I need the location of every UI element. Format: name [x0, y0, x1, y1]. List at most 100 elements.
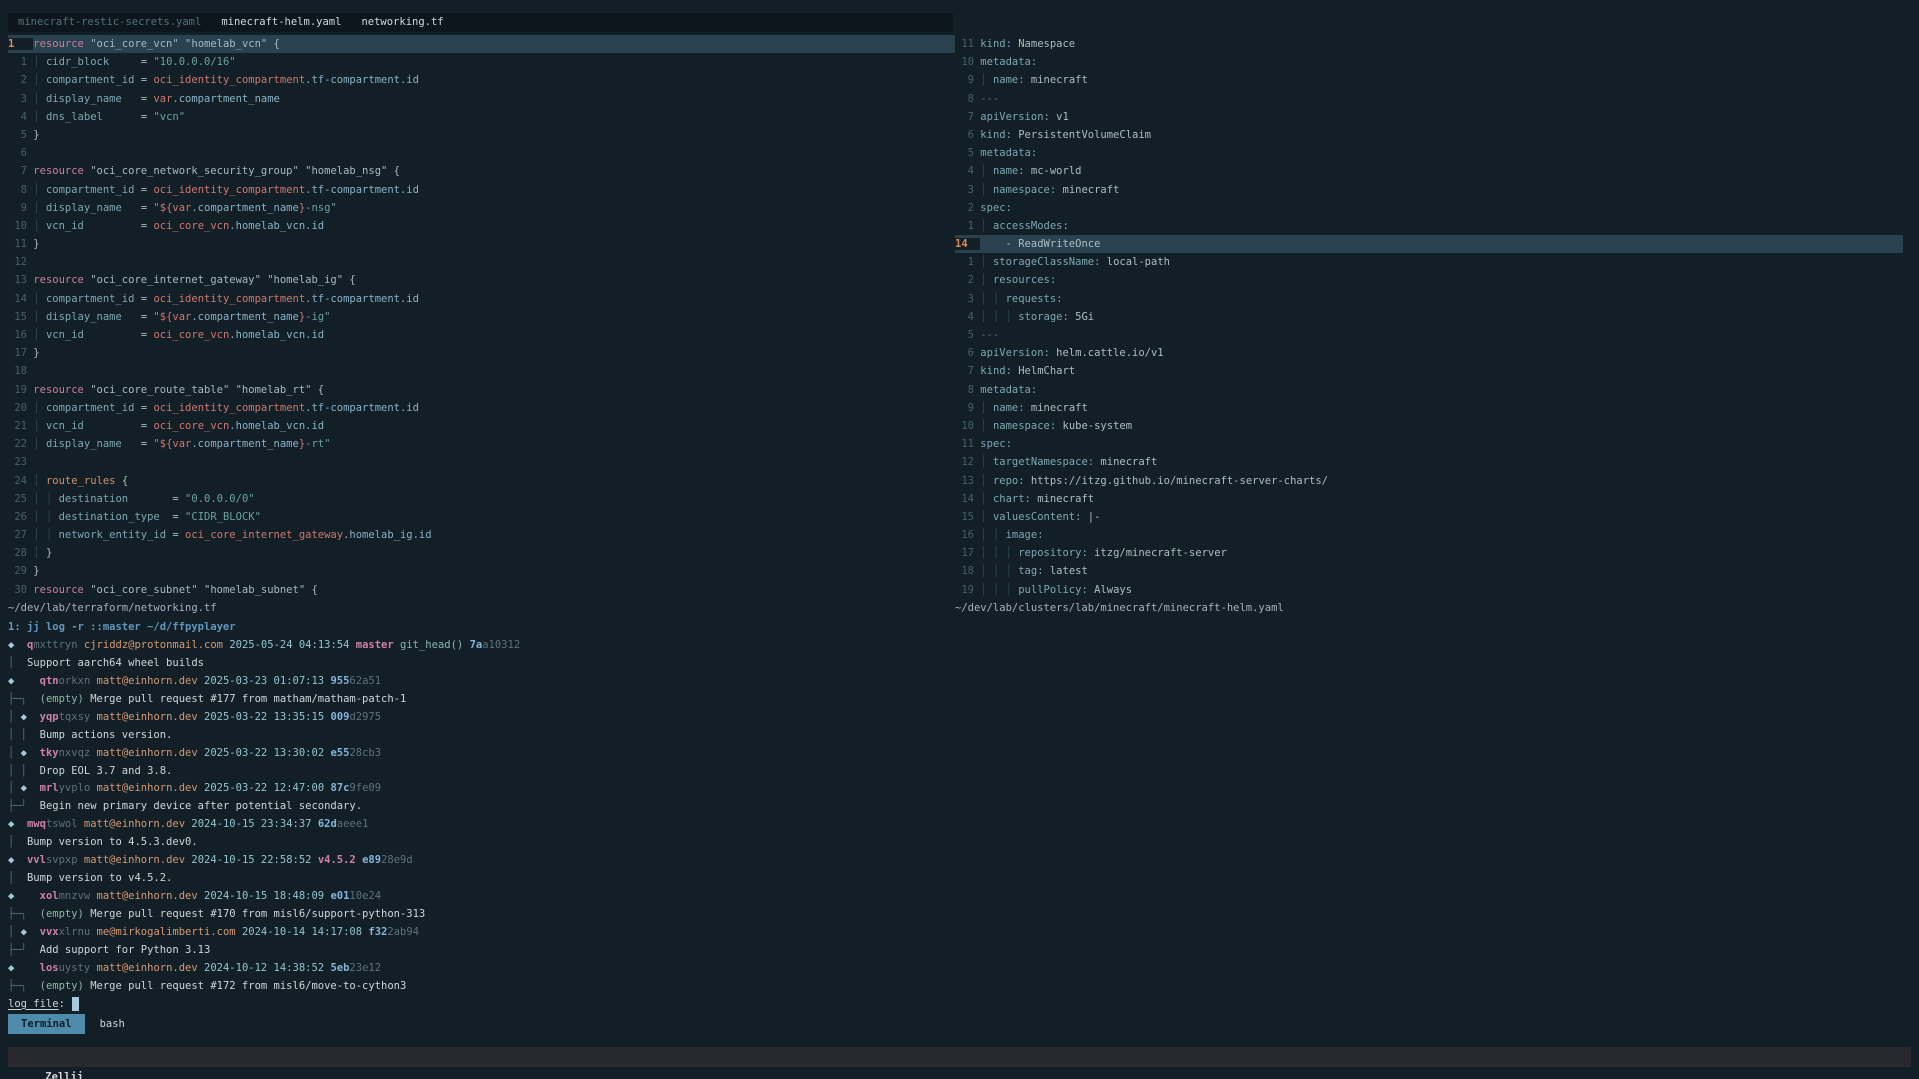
code-token: kind: [980, 38, 1012, 50]
code-token: requests: [1006, 293, 1063, 305]
code-token: metadata: [980, 56, 1037, 68]
terminal-tab-bash[interactable]: bash [87, 1014, 138, 1034]
indent-guide: │ [33, 93, 46, 105]
indent-guide: │ [33, 311, 46, 323]
indent-guide: │ [33, 420, 46, 432]
code-line: 11 spec: [955, 435, 1903, 453]
editor-pane-networking-tf[interactable]: 1 resource "oci_core_vcn" "homelab_vcn" … [8, 35, 955, 617]
code-token: f32 [368, 926, 387, 938]
code-token: = [122, 93, 154, 105]
code-line: 13 resource "oci_core_internet_gateway" … [8, 271, 955, 289]
code-token: image: [1006, 529, 1044, 541]
code-token: 28cb3 [349, 747, 381, 759]
code-token: storage: [1018, 311, 1069, 323]
buffer-tab-minecraft-helm.yaml[interactable]: minecraft-helm.yaml [211, 13, 351, 32]
code-token: mrl [40, 782, 59, 794]
code-token: (empty) [40, 693, 84, 705]
code-token: 2025-03-22 13:35:15 [204, 711, 324, 723]
line-number: 20 [8, 402, 33, 414]
code-token: metadata: [980, 147, 1037, 159]
code-line: 5 metadata: [955, 144, 1903, 162]
code-token: 7a [470, 639, 483, 651]
editor-pane-minecraft-helm-yaml[interactable]: 11 kind: Namespace 10 metadata: 9 │ name… [955, 35, 1903, 617]
line-number: 10 [955, 420, 980, 432]
code-token: "homelab_rt" [236, 384, 312, 396]
code-token: mnzvw [59, 890, 91, 902]
code-token: } [46, 547, 52, 559]
code-token [14, 962, 39, 974]
code-token: targetNamespace: [993, 456, 1094, 468]
code-token [14, 836, 27, 848]
line-number: 26 [8, 511, 33, 523]
indent-guide: │ [33, 475, 46, 487]
code-token: minecraft [1056, 184, 1119, 196]
code-token: 2025-05-24 04:13:54 [229, 639, 349, 651]
indent-guide: │ │ │ [980, 565, 1018, 577]
line-number: 16 [8, 329, 33, 341]
code-token: │ [8, 711, 21, 723]
code-line: 29 } [8, 562, 955, 580]
line-number: 12 [955, 456, 980, 468]
code-token: resource [33, 384, 84, 396]
line-number: 15 [955, 511, 980, 523]
terminal-prompt[interactable]: log file: [8, 996, 1911, 1014]
code-token: oci_core_internet_gateway [185, 529, 343, 541]
indent-guide: │ [980, 220, 993, 232]
code-token: nxvqz [59, 747, 91, 759]
code-line: 4 │ name: mc-world [955, 162, 1903, 180]
code-token: 955 [330, 675, 349, 687]
line-number: 16 [955, 529, 980, 541]
code-line: 27 │ │ network_entity_id = oci_core_inte… [8, 526, 955, 544]
line-number: 5 [955, 329, 980, 341]
log-line: ◆ mwqtswol matt@einhorn.dev 2024-10-15 2… [8, 816, 1911, 834]
terminal-tab-terminal[interactable]: Terminal [8, 1014, 85, 1034]
line-number: 11 [955, 438, 980, 450]
code-line: 1 │ storageClassName: local-path [955, 253, 1903, 271]
terminal-pane[interactable]: 1: jj log -r ::master ~/d/ffpyplayer ◆ q… [8, 619, 1911, 1014]
code-token: vcn_id [46, 329, 84, 341]
code-token: compartment_id [46, 402, 135, 414]
code-token: mxttryn [33, 639, 77, 651]
code-token: display_name [46, 93, 122, 105]
code-token: 28e9d [381, 854, 413, 866]
code-line: 26 │ │ destination_type = "CIDR_BLOCK" [8, 508, 955, 526]
code-token: .homelab_vcn.id [229, 220, 324, 232]
code-token: --- [980, 329, 999, 341]
code-token: │ [8, 747, 21, 759]
code-line: 14 │ compartment_id = oci_identity_compa… [8, 290, 955, 308]
code-token: destination_type [59, 511, 160, 523]
code-token: metadata: [980, 384, 1037, 396]
log-line: ├─╮ (empty) Merge pull request #177 from… [8, 691, 1911, 709]
code-token: repo: [993, 475, 1025, 487]
code-line: 23 [8, 453, 955, 471]
code-line: 8 metadata: [955, 381, 1903, 399]
code-token: -nsg" [305, 202, 337, 214]
code-token: .homelab_ig.id [343, 529, 432, 541]
buffer-tab-minecraft-restic-secrets.yaml[interactable]: minecraft-restic-secrets.yaml [8, 13, 211, 32]
code-token: oci_core_vcn [153, 420, 229, 432]
code-token: { [267, 38, 280, 50]
zellij-session: minecraft-restic-secrets.yamlminecraft-h… [0, 0, 1919, 1079]
code-token: matt@einhorn.dev [97, 782, 198, 794]
line-number: 6 [955, 129, 980, 141]
line-number: 18 [8, 365, 33, 377]
code-token: tqxsy [59, 711, 91, 723]
code-token: tag: [1018, 565, 1043, 577]
code-token: = [134, 74, 153, 86]
code-token [27, 693, 40, 705]
line-number: 27 [8, 529, 33, 541]
code-token: name: [993, 402, 1025, 414]
indent-guide: │ │ │ [980, 584, 1018, 596]
code-line: 12 [8, 253, 955, 271]
code-token: display_name [46, 438, 122, 450]
code-line: 14 │ chart: minecraft [955, 490, 1903, 508]
code-line: 4 │ dns_label = "vcn" [8, 108, 955, 126]
buffer-tab-networking.tf[interactable]: networking.tf [351, 13, 453, 32]
log-line: │ ◆ tkynxvqz matt@einhorn.dev 2025-03-22… [8, 745, 1911, 763]
indent-guide: │ [980, 402, 993, 414]
indent-guide: │ [980, 256, 993, 268]
code-line: 8 --- [955, 90, 1903, 108]
indent-guide: │ [33, 202, 46, 214]
code-line: 20 │ compartment_id = oci_identity_compa… [8, 399, 955, 417]
code-token: latest [1044, 565, 1088, 577]
